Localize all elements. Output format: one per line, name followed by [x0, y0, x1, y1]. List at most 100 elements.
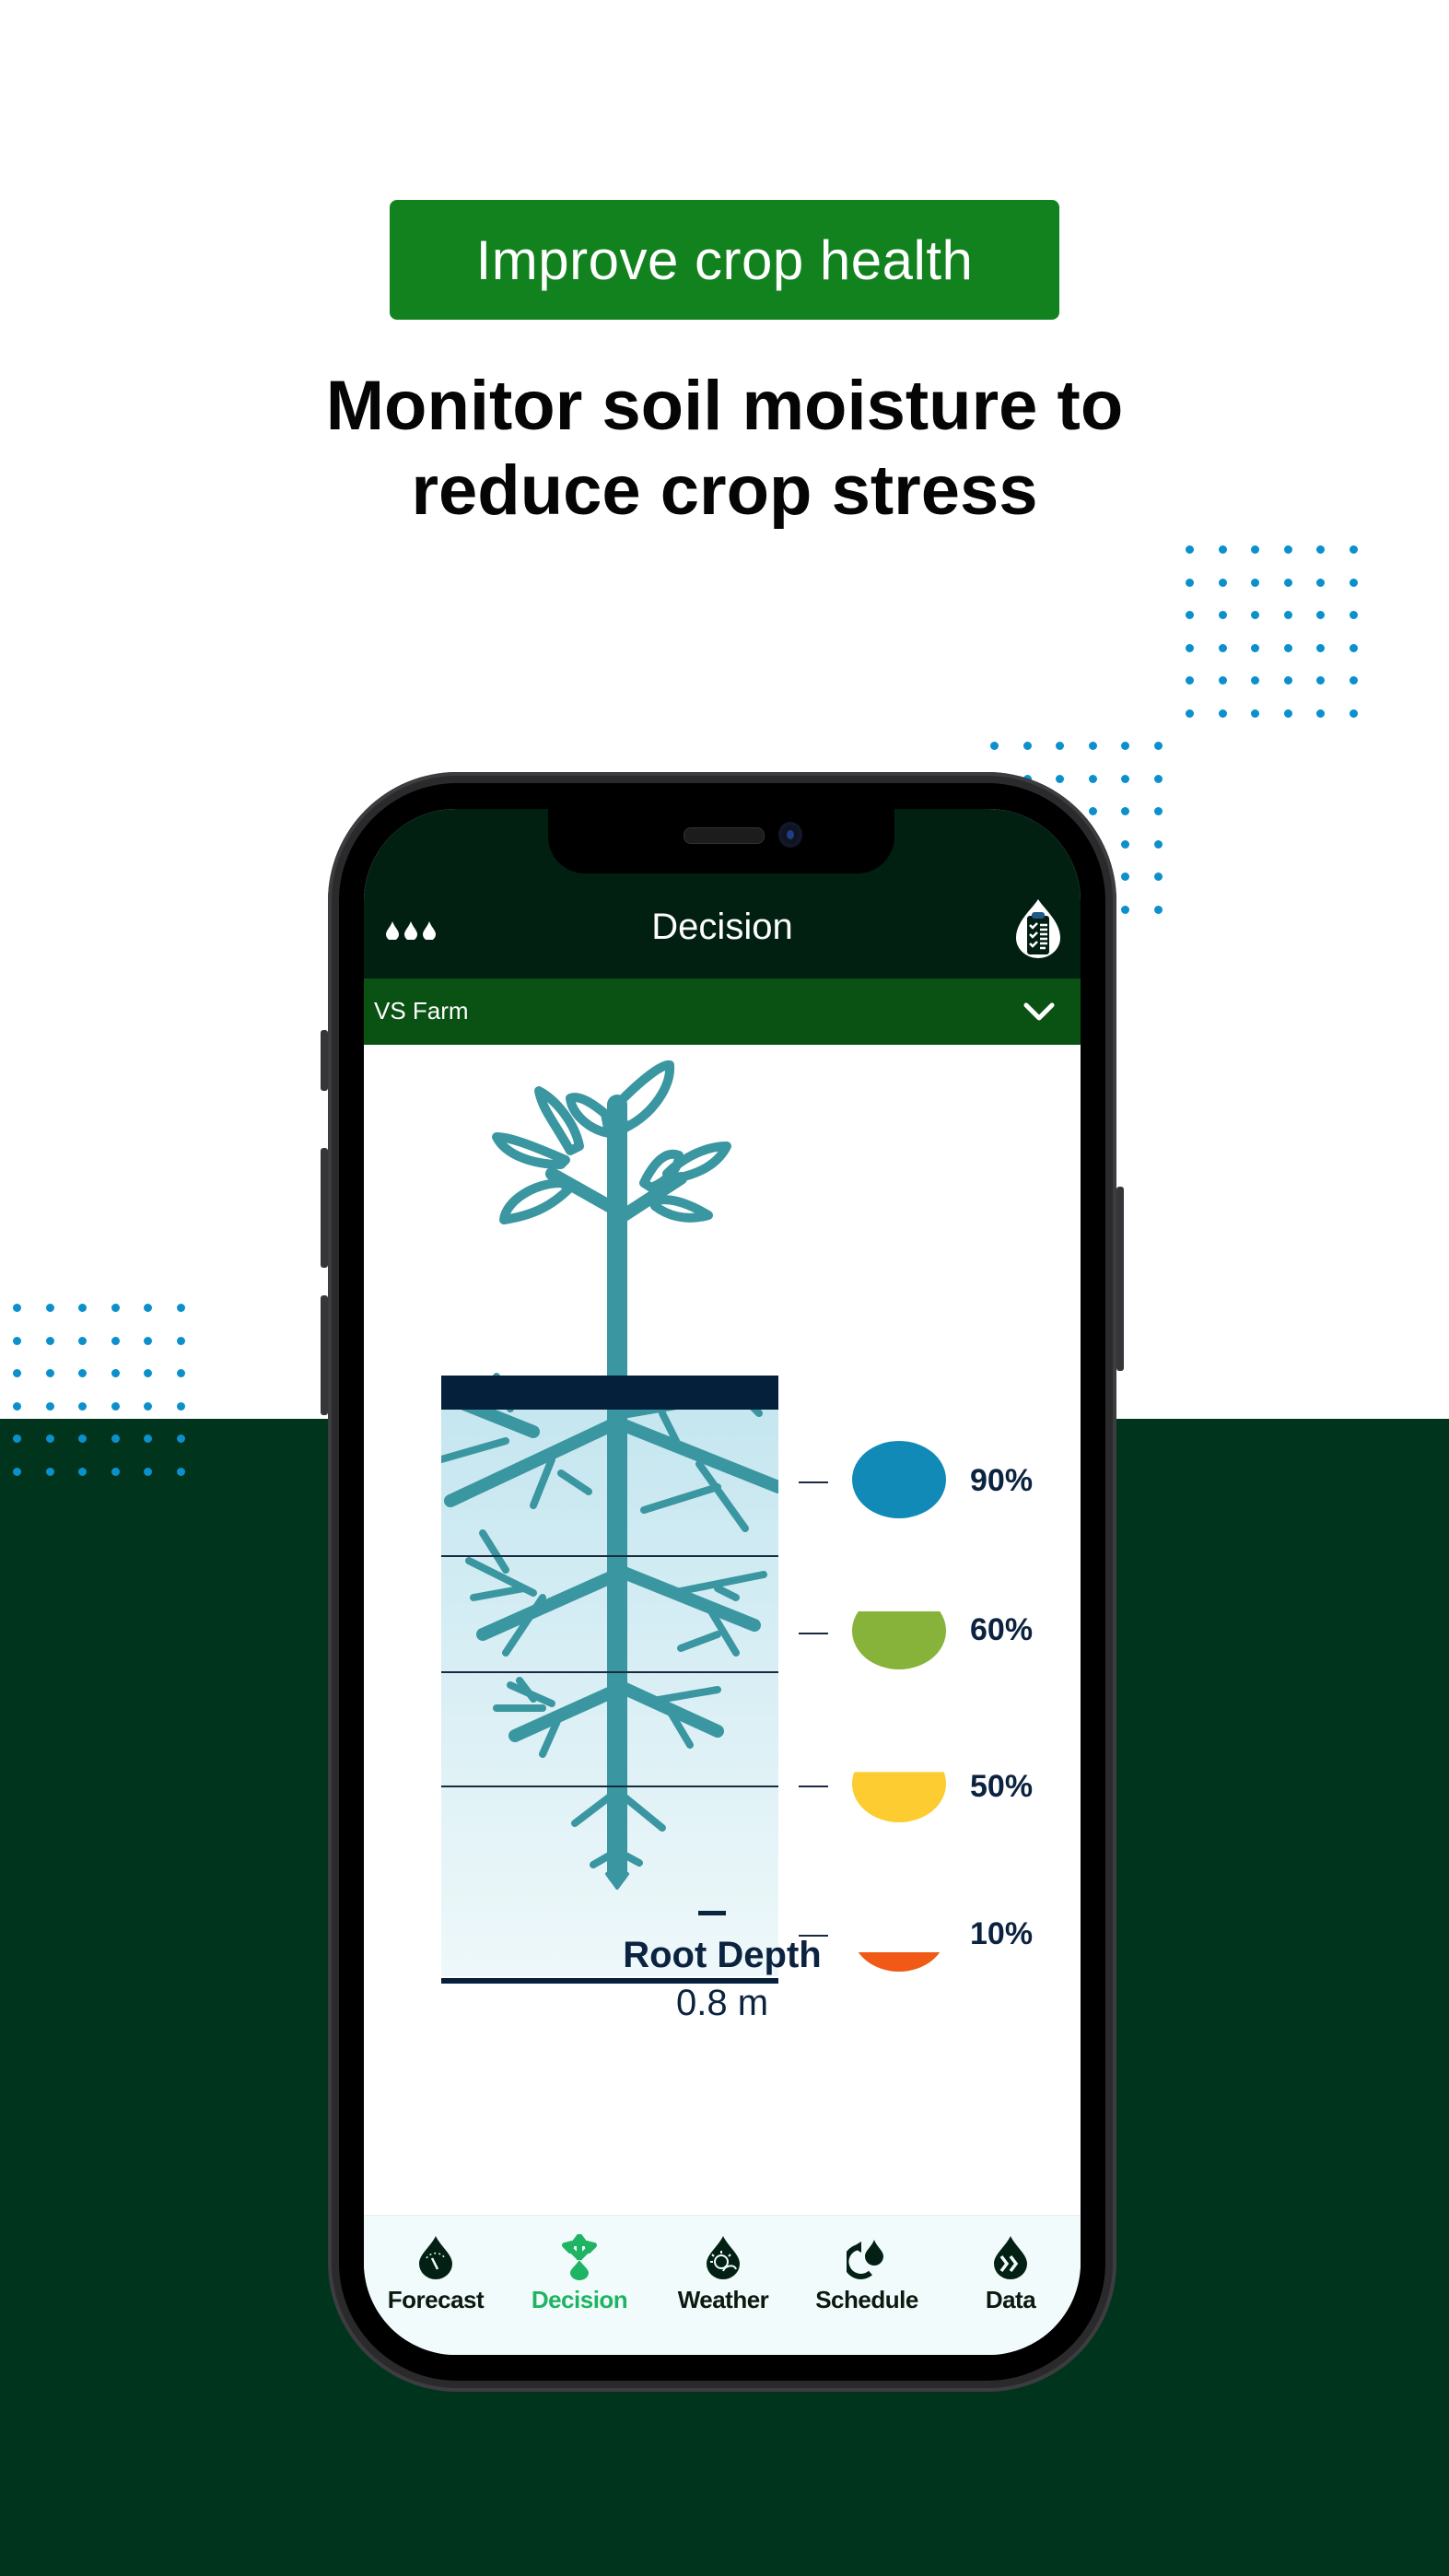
decorative-dot	[1349, 578, 1358, 587]
moisture-level-indicator	[852, 1772, 946, 1822]
decorative-dot	[1349, 676, 1358, 685]
decorative-dot	[1218, 545, 1227, 554]
decorative-dot	[144, 1467, 152, 1476]
decorative-dot	[1153, 774, 1163, 783]
clipboard-drop-icon[interactable]	[1014, 899, 1062, 958]
decorative-dot	[1088, 742, 1097, 750]
decorative-dot	[1316, 611, 1325, 619]
layer-tick	[799, 1786, 828, 1787]
decorative-dot	[176, 1434, 185, 1443]
decorative-dot	[1121, 839, 1129, 849]
decorative-dot	[1186, 611, 1194, 619]
decorative-dot	[176, 1336, 185, 1345]
decorative-dot	[45, 1304, 54, 1312]
decorative-dot	[144, 1336, 152, 1345]
decorative-dot	[1251, 708, 1259, 718]
decorative-dot	[990, 742, 999, 750]
farm-selector-value: VS Farm	[374, 997, 469, 1025]
decorative-dot	[45, 1369, 54, 1377]
plant-root-illustration	[441, 1060, 778, 1890]
moisture-percent: 60%	[970, 1612, 1034, 1647]
moisture-fill	[852, 1441, 946, 1518]
phone-notch	[548, 809, 894, 873]
decorative-dot	[78, 1369, 87, 1377]
decorative-dot	[1316, 545, 1325, 554]
tab-label: Decision	[531, 2286, 628, 2313]
decorative-dot	[144, 1434, 152, 1443]
decorative-dot	[1349, 611, 1358, 619]
headline-line-2: reduce crop stress	[411, 451, 1038, 530]
decorative-dot	[78, 1401, 87, 1411]
decorative-dot	[1186, 643, 1194, 652]
decorative-dot	[78, 1304, 87, 1312]
moisture-percent: 90%	[970, 1463, 1034, 1498]
decorative-dot	[45, 1434, 54, 1443]
decorative-dot	[13, 1434, 21, 1443]
tab-schedule[interactable]: Schedule	[795, 2234, 939, 2314]
decorative-dot	[1218, 676, 1227, 685]
tab-weather[interactable]: Weather	[651, 2234, 795, 2314]
earpiece-speaker	[684, 827, 765, 844]
decorative-dot	[1349, 643, 1358, 652]
root-depth-value: 0.8 m	[675, 1983, 769, 2023]
decorative-dot	[1121, 905, 1129, 914]
decorative-dot	[1121, 872, 1129, 881]
decorative-dot	[1153, 905, 1163, 914]
decorative-dot	[111, 1369, 120, 1377]
decorative-dot	[13, 1336, 21, 1345]
moisture-fill	[852, 1611, 946, 1669]
app-screen: Decision VS Farm 90% 60% 50% 10% Root De…	[364, 809, 1081, 2355]
data-drop-chevrons-icon	[994, 2236, 1027, 2279]
decorative-dot	[1153, 742, 1163, 750]
moisture-level-indicator	[852, 1611, 946, 1669]
decorative-dot	[1283, 643, 1292, 652]
decorative-dot	[1186, 676, 1194, 685]
decorative-dot	[1121, 742, 1129, 750]
decorative-dot	[176, 1401, 185, 1411]
decorative-dot	[111, 1336, 120, 1345]
tab-label: Weather	[677, 2286, 769, 2313]
decorative-dot	[176, 1369, 185, 1377]
decorative-dot	[144, 1401, 152, 1411]
decorative-dot	[13, 1401, 21, 1411]
decorative-dot	[111, 1434, 120, 1443]
decorative-dot	[1218, 578, 1227, 587]
decorative-dot	[1283, 578, 1292, 587]
decorative-dot	[1186, 578, 1194, 587]
decorative-dot	[1251, 545, 1259, 554]
decision-arrows-icon	[562, 2234, 597, 2280]
decorative-dot	[1121, 807, 1129, 815]
phone-silent-switch	[321, 1030, 328, 1091]
headline-line-1: Monitor soil moisture to	[325, 367, 1124, 445]
bottom-tab-bar: Forecast Decision Weather Schedule Data	[364, 2215, 1081, 2355]
tab-decision[interactable]: Decision	[508, 2234, 651, 2314]
farm-selector[interactable]: VS Farm	[364, 978, 1081, 1045]
decorative-dot	[1349, 708, 1358, 718]
decorative-dot	[45, 1401, 54, 1411]
decorative-dot	[1153, 872, 1163, 881]
decorative-dot	[78, 1467, 87, 1476]
decorative-dot	[13, 1467, 21, 1476]
phone-mockup: Decision VS Farm 90% 60% 50% 10% Root De…	[321, 772, 1124, 2392]
decorative-dot	[1218, 708, 1227, 718]
decorative-dot	[1056, 774, 1064, 783]
tab-forecast[interactable]: Forecast	[364, 2234, 508, 2314]
decorative-dot	[78, 1336, 87, 1345]
decorative-dot	[1316, 643, 1325, 652]
decorative-dot	[1316, 708, 1325, 718]
chevron-down-icon[interactable]	[1022, 999, 1057, 1025]
decorative-dot	[13, 1304, 21, 1312]
decorative-dot	[13, 1369, 21, 1377]
decorative-dot	[1186, 545, 1194, 554]
decorative-dot	[111, 1401, 120, 1411]
decorative-dot	[1251, 611, 1259, 619]
decorative-dot	[1251, 578, 1259, 587]
decorative-dot	[1218, 643, 1227, 652]
layer-tick	[799, 1633, 828, 1634]
decorative-dot	[176, 1304, 185, 1312]
tab-data[interactable]: Data	[939, 2234, 1081, 2314]
soil-layer-divider	[441, 1671, 778, 1673]
moisture-percent: 50%	[970, 1769, 1034, 1804]
decorative-dot	[176, 1467, 185, 1476]
decorative-dot	[78, 1434, 87, 1443]
